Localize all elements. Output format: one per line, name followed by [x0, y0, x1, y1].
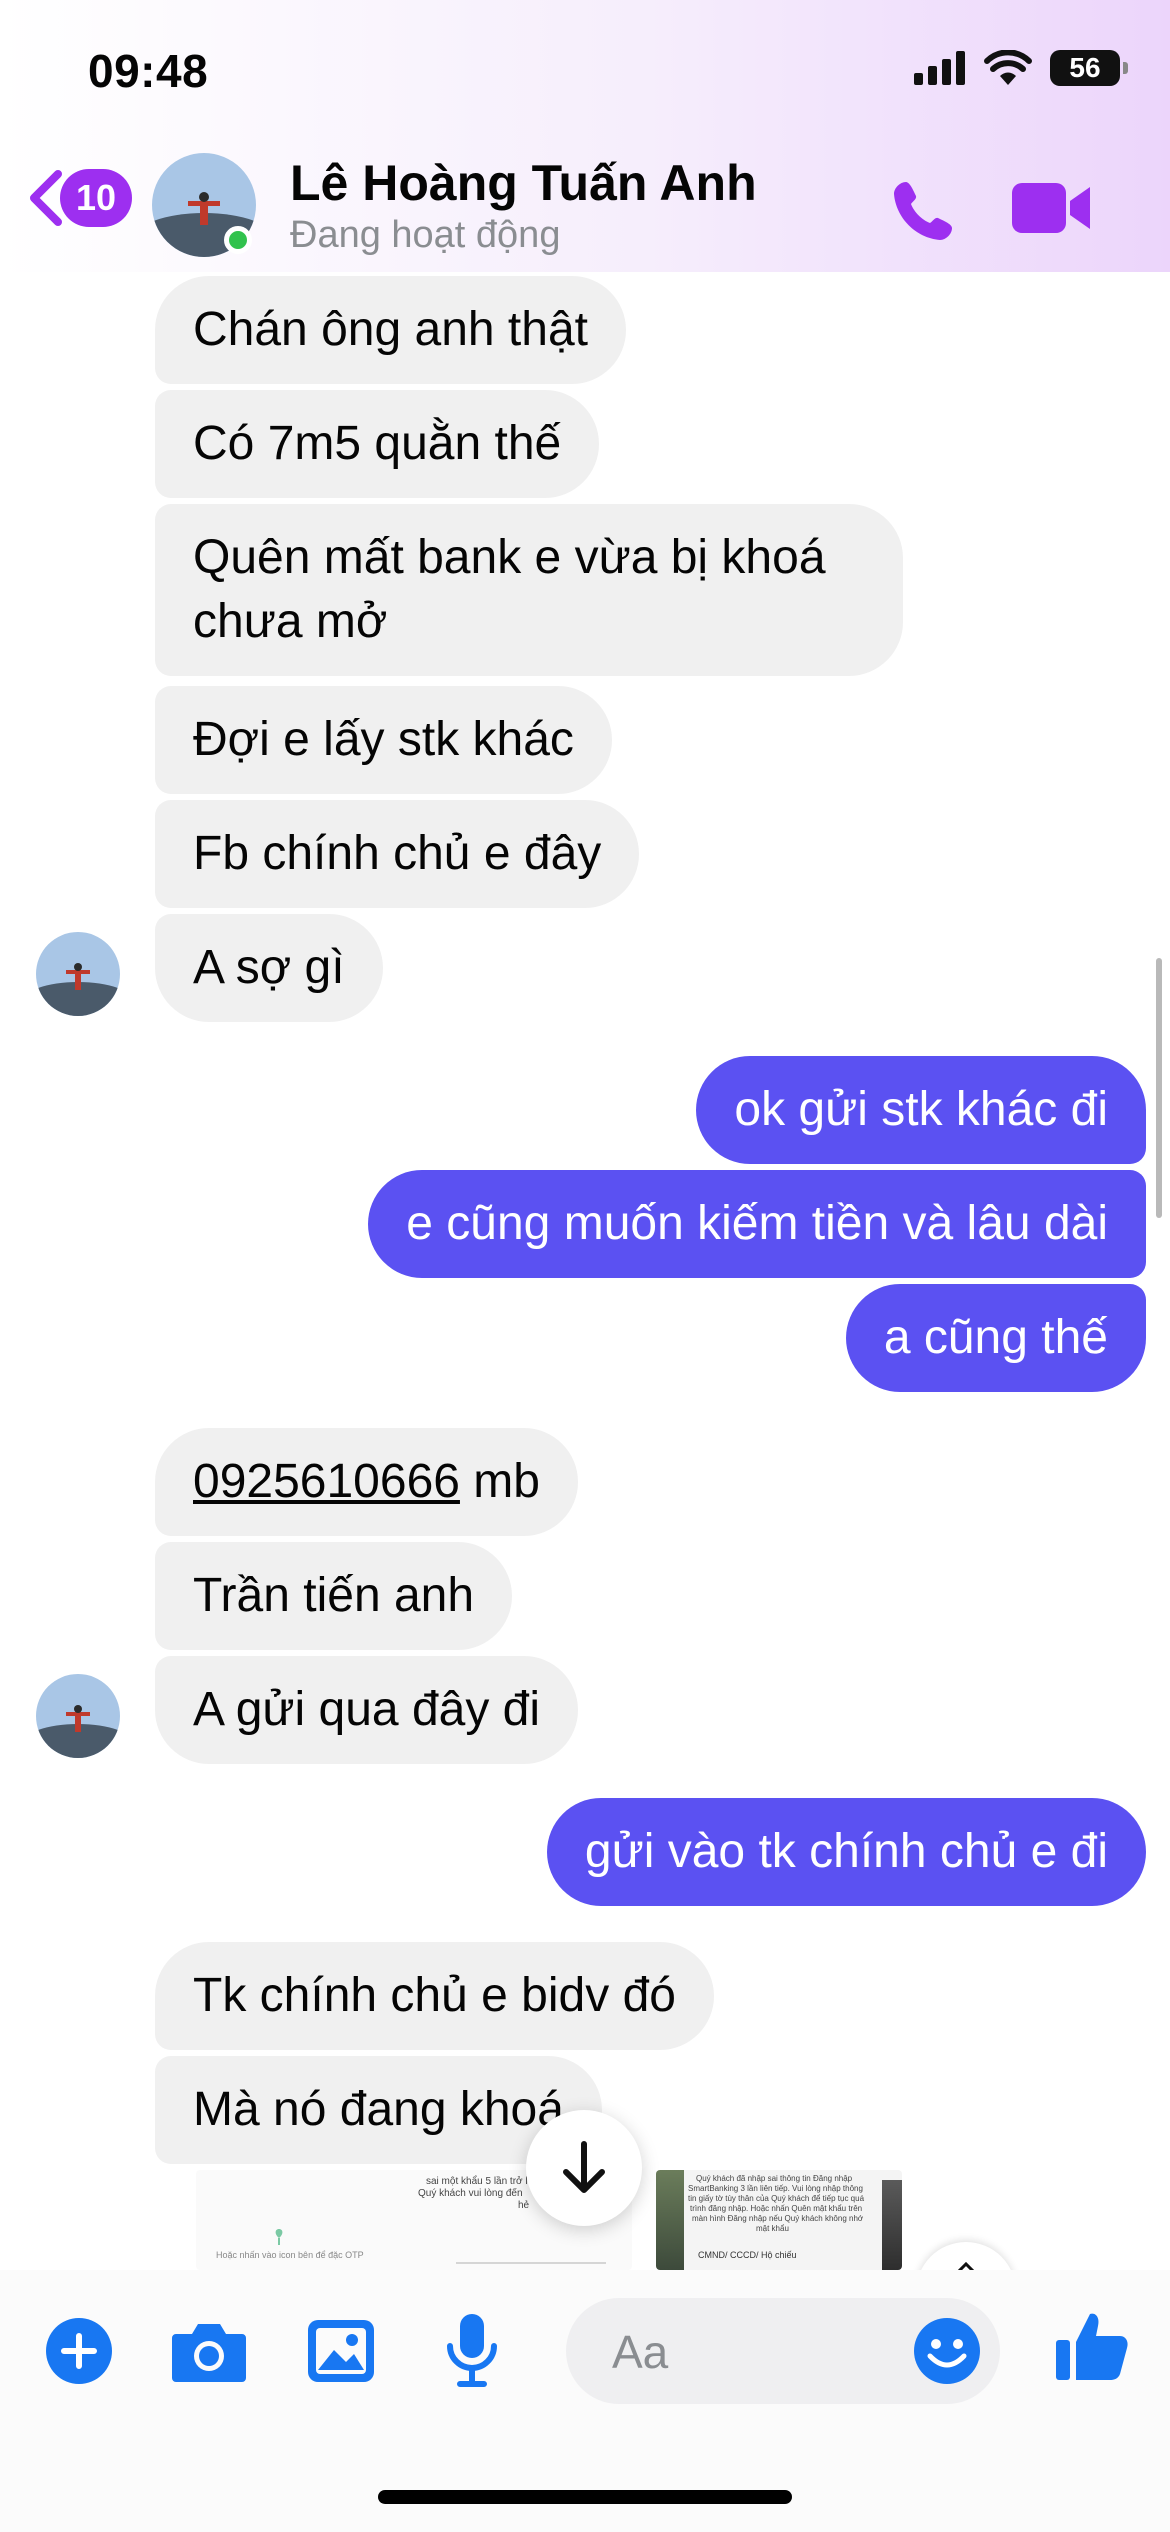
- attachment-text: Quý khách vui lòng đến: [418, 2188, 523, 2199]
- message-text: Fb chính chủ e đây: [193, 827, 602, 880]
- avatar[interactable]: [36, 932, 120, 1016]
- video-icon: [1012, 183, 1090, 233]
- attachment-text: mật khẩu: [756, 2224, 789, 2233]
- message-bubble[interactable]: A sợ gì: [155, 914, 383, 1022]
- back-button[interactable]: 10: [24, 168, 132, 228]
- message-bubble[interactable]: Quên mất bank e vừa bị khoá chưa mở: [155, 504, 903, 676]
- message-text: ok gửi stk khác đi: [734, 1083, 1108, 1136]
- thumbs-up-icon: [1056, 2313, 1128, 2380]
- message-text: Tk chính chủ e bidv đó: [193, 1969, 676, 2022]
- online-indicator: [224, 226, 252, 254]
- scrollbar[interactable]: [1156, 958, 1162, 1218]
- attachment-field: CMND/ CCCD/ Hộ chiếu: [698, 2250, 797, 2260]
- contact-name[interactable]: Lê Hoàng Tuấn Anh: [290, 154, 757, 212]
- message-bubble[interactable]: Fb chính chủ e đây: [155, 800, 640, 908]
- arrow-down-icon: [563, 2141, 605, 2193]
- message-text: Mà nó đang khoá: [193, 2083, 564, 2136]
- message-bubble[interactable]: A gửi qua đây đi: [155, 1656, 579, 1764]
- microphone-icon: [447, 2314, 497, 2387]
- message-text: Đợi e lấy stk khác: [193, 713, 574, 766]
- message-text: a cũng thế: [883, 1311, 1108, 1364]
- phone-icon: [894, 182, 952, 240]
- attachment-caption: Hoặc nhấn vào icon bên để đặc OTP: [216, 2250, 364, 2260]
- attachment-text: hẻ: [518, 2200, 530, 2211]
- otp-icon: [275, 2229, 283, 2245]
- attachment-text: tin giấy tờ tùy thân của Quý khách để ti…: [688, 2194, 865, 2203]
- message-bubble[interactable]: a cũng thế: [845, 1284, 1146, 1392]
- cellular-icon: [914, 51, 965, 85]
- attachment-text: màn hình Đăng nhập nếu Quý khách không n…: [692, 2214, 864, 2223]
- contact-status: Đang hoạt động: [290, 214, 561, 256]
- message-bubble[interactable]: Có 7m5 quằn thế: [155, 390, 600, 498]
- message-bubble[interactable]: e cũng muốn kiếm tiền và lâu dài: [368, 1170, 1146, 1278]
- message-bubble[interactable]: Tk chính chủ e bidv đó: [155, 1942, 714, 2050]
- message-bubble[interactable]: gửi vào tk chính chủ e đi: [546, 1798, 1146, 1906]
- video-call-button[interactable]: [1010, 178, 1094, 238]
- more-actions-button[interactable]: [44, 2316, 114, 2386]
- message-text: A sợ gì: [193, 941, 345, 994]
- attachment-text: SmartBanking 3 lần liên tiếp. Vui lòng n…: [688, 2184, 863, 2193]
- status-time: 09:48: [88, 45, 209, 97]
- like-button[interactable]: [1052, 2306, 1132, 2386]
- voice-call-button[interactable]: [888, 174, 960, 246]
- attachment-text: trình đăng nhập. Hoặc nhấn Quên mật khẩu…: [690, 2204, 863, 2213]
- attachment-text: sai một khẩu 5 lần trở l: [426, 2176, 528, 2187]
- emoji-button[interactable]: [912, 2316, 982, 2386]
- message-text: Chán ông anh thật: [193, 303, 588, 356]
- top-bar: 09:48 56 10 Lê Hoàng Tuấn Anh Đang hoạt …: [0, 0, 1170, 272]
- photo-strip: [882, 2180, 902, 2270]
- photo-strip: [656, 2170, 684, 2270]
- wifi-icon: [984, 50, 1032, 85]
- message-text: A gửi qua đây đi: [193, 1683, 541, 1736]
- emoji-icon: [914, 2318, 980, 2384]
- camera-icon: [172, 2324, 246, 2382]
- message-list[interactable]: Chán ông anh thật Có 7m5 quằn thế Quên m…: [0, 272, 1170, 2270]
- scroll-to-bottom-button[interactable]: [526, 2110, 642, 2226]
- message-bubble[interactable]: 0925610666 mb: [155, 1428, 578, 1536]
- message-input[interactable]: [610, 2298, 874, 2406]
- attachment-scroll-button[interactable]: [916, 2242, 1016, 2270]
- message-text: mb: [459, 1455, 540, 1508]
- unread-badge: 10: [60, 169, 132, 227]
- divider: [456, 2262, 606, 2264]
- message-text: Trần tiến anh: [193, 1569, 475, 1622]
- message-text: Quên mất bank e vừa bị khoá chưa mở: [193, 531, 826, 648]
- message-bubble[interactable]: Trần tiến anh: [155, 1542, 513, 1650]
- status-icons: 56: [914, 50, 1128, 86]
- gallery-button[interactable]: [306, 2316, 376, 2386]
- message-text: e cũng muốn kiếm tiền và lâu dài: [406, 1197, 1108, 1250]
- message-bubble[interactable]: ok gửi stk khác đi: [696, 1056, 1146, 1164]
- message-bubble[interactable]: Đợi e lấy stk khác: [155, 686, 612, 794]
- plus-icon: [46, 2318, 112, 2384]
- chevron-up-icon: [957, 2262, 975, 2270]
- message-text: Có 7m5 quằn thế: [193, 417, 562, 470]
- phone-number-link[interactable]: 0925610666: [193, 1455, 460, 1508]
- voice-message-button[interactable]: [442, 2310, 502, 2390]
- message-input-container[interactable]: [566, 2298, 1000, 2406]
- message-bubble[interactable]: Chán ông anh thật: [155, 276, 626, 384]
- gallery-icon: [308, 2320, 374, 2382]
- battery-icon: 56: [1050, 50, 1128, 86]
- attachment-text: Quý khách đã nhập sai thông tin Đăng nhậ…: [696, 2174, 853, 2183]
- message-text: gửi vào tk chính chủ e đi: [584, 1825, 1108, 1878]
- camera-button[interactable]: [170, 2316, 248, 2386]
- avatar[interactable]: [36, 1674, 120, 1758]
- image-attachment[interactable]: Quý khách đã nhập sai thông tin Đăng nhậ…: [656, 2170, 902, 2270]
- home-indicator[interactable]: [378, 2490, 792, 2504]
